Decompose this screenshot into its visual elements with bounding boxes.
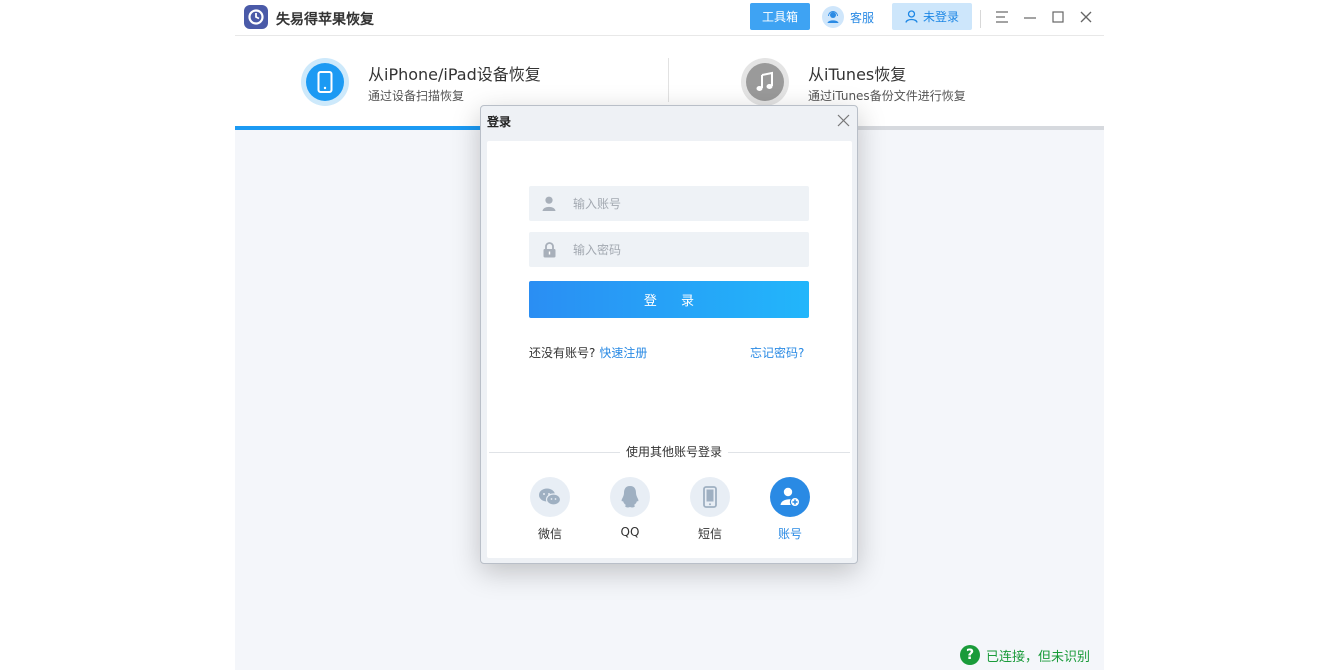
- password-input[interactable]: [569, 242, 793, 257]
- lock-icon: [529, 241, 569, 258]
- title-bar: 失易得苹果恢复 工具箱 客服 未登录: [235, 0, 1104, 36]
- tab-divider: [668, 58, 669, 102]
- login-status-label: 未登录: [922, 10, 959, 24]
- no-account-row: 还没有账号? 快速注册: [529, 344, 647, 361]
- app-title: 失易得苹果恢复: [276, 12, 374, 28]
- wechat-icon: [530, 477, 570, 517]
- connection-status: ? 已连接，但未识别: [960, 645, 1090, 665]
- forgot-password-link[interactable]: 忘记密码?: [750, 344, 804, 361]
- connection-status-text: 已连接，但未识别: [986, 649, 1091, 665]
- other-login-label: 使用其他账号登录: [620, 443, 729, 460]
- sms-label: 短信: [697, 527, 722, 541]
- help-icon[interactable]: ?: [960, 645, 980, 665]
- app-logo-icon: [244, 5, 268, 29]
- login-method-sms[interactable]: 短信: [680, 477, 740, 542]
- menu-icon: [996, 11, 1008, 23]
- minimize-icon: [1024, 17, 1036, 19]
- phone-sms-icon: [690, 477, 730, 517]
- music-note-icon: [746, 63, 784, 101]
- tab-itunes-icon-ring: [741, 58, 789, 106]
- tab-device-subtitle: 通过设备扫描恢复: [368, 89, 465, 103]
- qq-label: QQ: [620, 525, 640, 539]
- customer-service-label: 客服: [850, 10, 875, 25]
- register-link[interactable]: 快速注册: [599, 346, 647, 360]
- login-method-wechat[interactable]: 微信: [520, 477, 580, 542]
- window-controls-divider: [980, 10, 981, 28]
- user-icon: [529, 196, 569, 211]
- qq-icon: [610, 477, 650, 517]
- iphone-icon: [306, 63, 344, 101]
- user-icon: [905, 10, 918, 23]
- tab-device-icon-ring: [301, 58, 349, 106]
- close-button[interactable]: [1076, 7, 1096, 27]
- login-button[interactable]: 登 录: [529, 281, 809, 318]
- customer-service-icon: [822, 6, 844, 28]
- toolbox-button[interactable]: 工具箱: [750, 3, 810, 30]
- close-icon: [837, 114, 849, 126]
- no-account-text: 还没有账号?: [529, 346, 596, 360]
- account-field: [529, 186, 809, 221]
- tab-itunes-title: 从iTunes恢复: [808, 65, 907, 84]
- password-field: [529, 232, 809, 267]
- login-status-button[interactable]: 未登录: [892, 3, 972, 30]
- tab-device-title: 从iPhone/iPad设备恢复: [368, 65, 541, 84]
- account-icon: [770, 477, 810, 517]
- close-icon: [1080, 11, 1092, 23]
- minimize-button[interactable]: [1020, 7, 1040, 27]
- customer-service-button[interactable]: 客服: [822, 5, 874, 29]
- menu-button[interactable]: [992, 7, 1012, 27]
- login-dialog: 登录 登 录: [480, 105, 858, 564]
- maximize-icon: [1052, 11, 1064, 23]
- wechat-label: 微信: [537, 527, 562, 541]
- maximize-button[interactable]: [1048, 7, 1068, 27]
- tab-itunes-subtitle: 通过iTunes备份文件进行恢复: [808, 89, 966, 103]
- login-method-account[interactable]: 账号: [760, 477, 820, 542]
- dialog-body: 登 录 还没有账号?快速注册 忘记密码? 使用其他账号登录 微信: [487, 141, 852, 558]
- dialog-title: 登录: [487, 115, 512, 129]
- account-input[interactable]: [569, 196, 793, 211]
- dialog-close-button[interactable]: [835, 112, 851, 128]
- login-method-qq[interactable]: QQ: [600, 477, 660, 539]
- account-label: 账号: [777, 527, 802, 541]
